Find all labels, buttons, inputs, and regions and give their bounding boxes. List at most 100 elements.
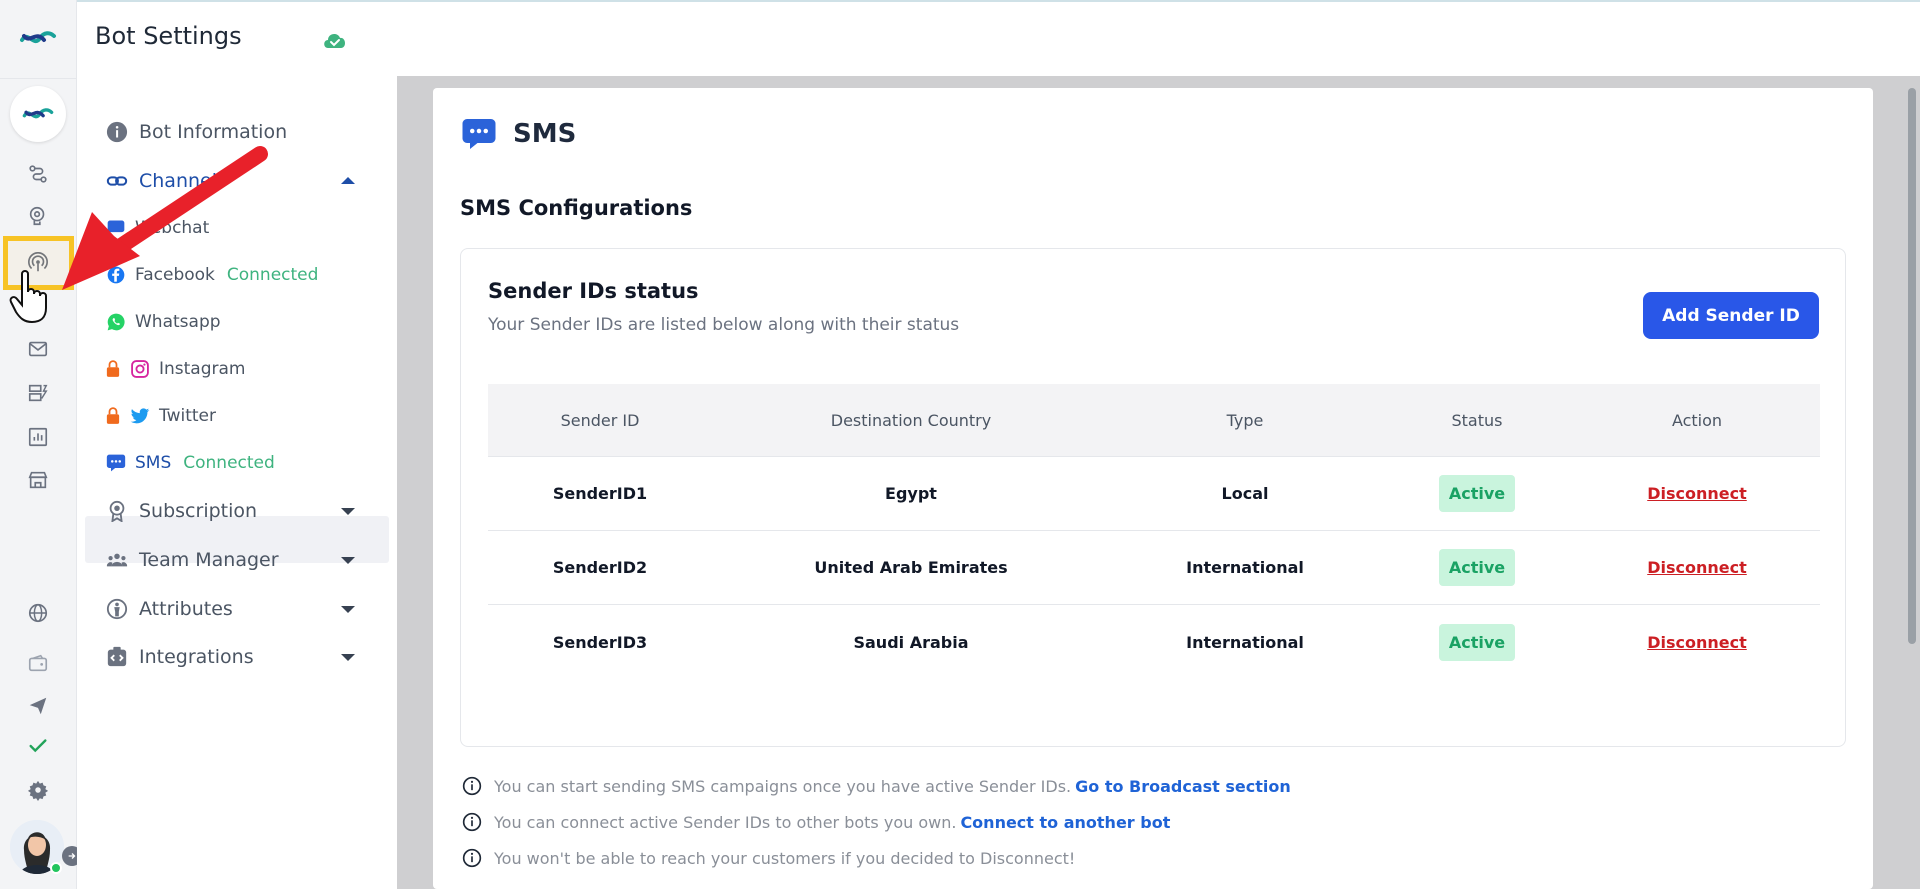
app-logo-icon[interactable]: [18, 22, 58, 54]
page-scrollbar[interactable]: [1908, 88, 1916, 644]
lock-icon: [105, 405, 121, 427]
table-header: Sender ID Destination Country Type Statu…: [488, 384, 1820, 457]
webchat-icon: [105, 217, 127, 239]
sender-ids-table: Sender ID Destination Country Type Statu…: [488, 384, 1820, 679]
sender-ids-panel: Sender IDs status Your Sender IDs are li…: [460, 248, 1846, 747]
info-outline-icon: [462, 776, 482, 796]
cell-action: Disconnect: [1574, 484, 1820, 503]
menu-label-attributes: Attributes: [139, 598, 233, 620]
sms-icon: [462, 119, 496, 149]
connect-to-another-bot-link[interactable]: Connect to another bot: [960, 813, 1170, 832]
table-row: SenderID1 Egypt Local Active Disconnect: [488, 457, 1820, 531]
sub-label-instagram: Instagram: [159, 359, 246, 379]
hand-cursor-icon: [9, 270, 47, 324]
globe-icon[interactable]: [25, 600, 51, 626]
person-icon: [105, 597, 129, 621]
flow-icon[interactable]: [25, 161, 51, 187]
sub-item-whatsapp[interactable]: Whatsapp: [105, 311, 221, 333]
menu-label-team-manager: Team Manager: [139, 549, 279, 571]
header-destination-country: Destination Country: [830, 410, 992, 430]
note-text: You won't be able to reach your customer…: [494, 848, 1076, 868]
sms-icon: [105, 452, 127, 474]
channels-collapse-caret[interactable]: [341, 177, 355, 184]
status-badge: Active: [1438, 475, 1516, 512]
cell-type: Local: [1221, 484, 1269, 503]
menu-item-subscription[interactable]: Subscription: [105, 499, 257, 523]
mail-icon[interactable]: [25, 336, 51, 362]
subscription-expand-caret[interactable]: [341, 508, 355, 515]
sub-item-twitter[interactable]: Twitter: [105, 405, 216, 427]
cell-country: Saudi Arabia: [853, 632, 969, 652]
instagram-icon: [129, 358, 151, 380]
integrations-icon: [105, 645, 129, 669]
cell-sender-id: SenderID3: [552, 632, 648, 652]
config-title: SMS Configurations: [460, 196, 693, 220]
team-icon: [105, 548, 129, 572]
info-outline-icon: [462, 812, 482, 832]
disconnect-link[interactable]: Disconnect: [1647, 633, 1747, 652]
cell-country: Egypt: [885, 484, 937, 503]
header-type: Type: [1226, 410, 1264, 430]
cell-type: International: [1186, 632, 1304, 652]
attributes-expand-caret[interactable]: [341, 606, 355, 613]
broadcast-icon[interactable]: [25, 380, 51, 406]
info-notes: You can start sending SMS campaigns once…: [462, 768, 1291, 876]
sub-item-facebook[interactable]: Facebook Connected: [105, 264, 318, 286]
menu-item-bot-information[interactable]: Bot Information: [105, 120, 287, 144]
icon-rail: [0, 0, 82, 889]
menu-label-integrations: Integrations: [139, 646, 254, 668]
cell-action: Disconnect: [1574, 633, 1820, 652]
note-text: You can connect active Sender IDs to oth…: [494, 812, 957, 832]
cell-type: International: [1186, 558, 1304, 577]
menu-item-channels[interactable]: Channels: [105, 169, 227, 193]
sub-label-whatsapp: Whatsapp: [135, 312, 221, 332]
store-icon[interactable]: [25, 467, 51, 493]
cell-status: Active: [1380, 549, 1574, 586]
wallet-icon[interactable]: [25, 650, 51, 676]
note-broadcast: You can start sending SMS campaigns once…: [462, 768, 1291, 804]
go-to-broadcast-link[interactable]: Go to Broadcast section: [1075, 777, 1291, 796]
sub-item-instagram[interactable]: Instagram: [105, 358, 246, 380]
status-subtitle: Your Sender IDs are listed below along w…: [488, 315, 960, 335]
cell-action: Disconnect: [1574, 558, 1820, 577]
team-manager-expand-caret[interactable]: [341, 557, 355, 564]
info-outline-icon: [462, 848, 482, 868]
page-title: Bot Settings: [95, 22, 242, 50]
brain-icon[interactable]: [25, 203, 51, 229]
analytics-icon[interactable]: [25, 424, 51, 450]
bot-avatar-icon[interactable]: [10, 86, 66, 142]
check-icon[interactable]: [25, 733, 51, 759]
header-sender-id: Sender ID: [560, 410, 640, 430]
lock-icon: [105, 358, 121, 380]
online-status-dot: [50, 862, 62, 874]
send-icon[interactable]: [25, 693, 51, 719]
menu-item-attributes[interactable]: Attributes: [105, 597, 233, 621]
facebook-connected-status: Connected: [226, 265, 319, 285]
cell-country: United Arab Emirates: [814, 558, 1008, 577]
cell-status: Active: [1380, 623, 1574, 661]
sub-item-sms[interactable]: SMS Connected: [105, 452, 275, 474]
header-status: Status: [1451, 410, 1503, 430]
menu-item-team-manager[interactable]: Team Manager: [105, 548, 279, 572]
integrations-expand-caret[interactable]: [341, 654, 355, 661]
menu-item-integrations[interactable]: Integrations: [105, 645, 254, 669]
sub-label-facebook: Facebook: [135, 265, 215, 285]
settings-icon[interactable]: [25, 777, 51, 803]
sms-connected-status: Connected: [183, 453, 275, 473]
note-connect: You can connect active Sender IDs to oth…: [462, 804, 1291, 840]
sms-header: SMS: [461, 116, 576, 152]
facebook-icon: [105, 264, 127, 286]
sub-label-webchat: Webchat: [135, 218, 210, 238]
sms-title: SMS: [513, 119, 577, 149]
menu-label-channels: Channels: [139, 170, 227, 192]
note-disconnect-warning: You won't be able to reach your customer…: [462, 840, 1291, 876]
menu-label-bot-information: Bot Information: [139, 121, 288, 143]
info-icon: [105, 120, 129, 144]
disconnect-link[interactable]: Disconnect: [1647, 484, 1747, 503]
sub-item-webchat[interactable]: Webchat: [105, 217, 209, 239]
add-sender-id-button[interactable]: Add Sender ID: [1643, 292, 1819, 339]
disconnect-link[interactable]: Disconnect: [1647, 558, 1747, 577]
status-title: Sender IDs status: [488, 279, 699, 303]
cell-status: Active: [1380, 475, 1574, 512]
cloud-check-icon: [324, 34, 346, 48]
